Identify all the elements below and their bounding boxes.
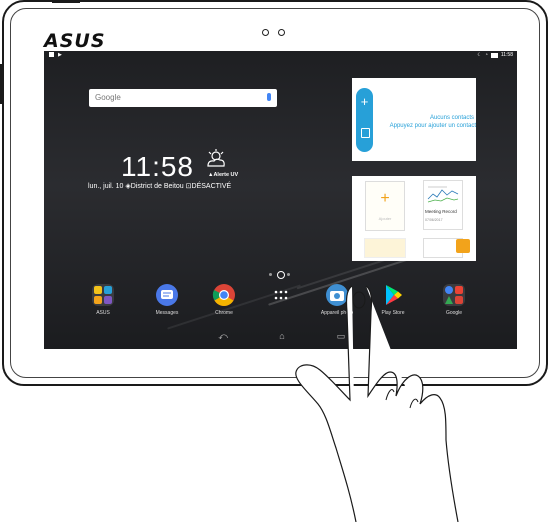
dock-label: Play Store — [381, 310, 405, 316]
sensor-icon — [278, 29, 285, 36]
location-text: District de Beitou — [130, 183, 184, 190]
brand-logo: ASUS — [44, 30, 106, 52]
play-icon: ▶ — [58, 52, 62, 58]
dock-label: Messages — [155, 310, 179, 316]
meeting-record-note[interactable]: Meeting Record 07/06/2017 — [423, 180, 463, 230]
contacts-empty-title: Aucuns contacts — [429, 115, 474, 121]
page-dot — [269, 273, 272, 276]
add-note-icon: + — [380, 190, 390, 207]
dock-label: Chrome — [215, 310, 233, 316]
add-note-label: Ajouter — [378, 216, 392, 221]
notification-icon — [49, 52, 54, 57]
note-sketch-thumbnail — [427, 186, 459, 203]
notes-app-icon[interactable] — [456, 239, 470, 253]
contacts-empty-hint: Appuyez pour ajouter un contact — [389, 123, 476, 129]
note-date: 07/06/2017 — [425, 218, 443, 222]
app-drawer-icon — [274, 290, 288, 300]
google-folder-icon — [443, 284, 465, 306]
weather-cloud-icon — [207, 149, 225, 167]
date-line: lun., juil. 10 ◈District de Beitou ⊡DÉSA… — [88, 182, 231, 190]
volume-button[interactable] — [0, 64, 3, 104]
contact-card-icon[interactable] — [361, 128, 370, 138]
wifi-icon: ◔ — [484, 52, 488, 58]
clock-time[interactable]: 11:58 — [121, 151, 194, 183]
note-title: Meeting Record — [425, 209, 457, 214]
battery-icon — [490, 52, 498, 58]
home-button[interactable]: ⌂ — [276, 331, 288, 341]
status-time: 11:58 — [500, 52, 513, 58]
chrome-icon — [212, 284, 235, 306]
moon-icon: ☾ — [477, 52, 482, 58]
dock-label: Appareil photo — [320, 310, 354, 316]
power-button[interactable] — [52, 0, 80, 3]
asus-folder-icon — [92, 284, 114, 306]
front-camera-icon — [262, 29, 269, 36]
recents-button[interactable]: ▭ — [335, 331, 347, 341]
status-bar: ▶ ☾ ◔ 11:58 — [44, 51, 517, 61]
add-contact-icon[interactable]: + — [356, 94, 373, 109]
note-thumbnail[interactable] — [364, 238, 406, 258]
contacts-widget[interactable]: + Aucuns contacts Appuyez pour ajouter u… — [352, 78, 476, 161]
alarm-text: DÉSACTIVÉ — [191, 183, 232, 190]
mic-icon[interactable] — [267, 93, 271, 101]
camera-icon — [326, 284, 348, 306]
notes-widget[interactable]: + Ajouter Meeting Record 07/06/2017 — [352, 176, 476, 261]
page-dot — [287, 273, 290, 276]
messages-icon — [156, 284, 178, 306]
contacts-tab[interactable]: + — [356, 88, 373, 152]
date-text: lun., juil. 10 — [88, 183, 124, 190]
dock-label: ASUS — [96, 310, 110, 316]
back-button[interactable]: ⤺ — [217, 331, 229, 341]
play-store-icon — [386, 285, 402, 305]
google-search-bar[interactable]: Google — [89, 89, 277, 107]
dock-label: Google — [445, 310, 463, 316]
home-screen: ▶ ☾ ◔ 11:58 Google 11:58 ▲Alerte UV lun.… — [44, 51, 517, 349]
add-note-card[interactable]: + Ajouter — [365, 181, 405, 231]
google-logo: Google — [95, 93, 121, 102]
page-dot-active — [277, 271, 285, 279]
uv-alert: ▲Alerte UV — [208, 172, 239, 178]
